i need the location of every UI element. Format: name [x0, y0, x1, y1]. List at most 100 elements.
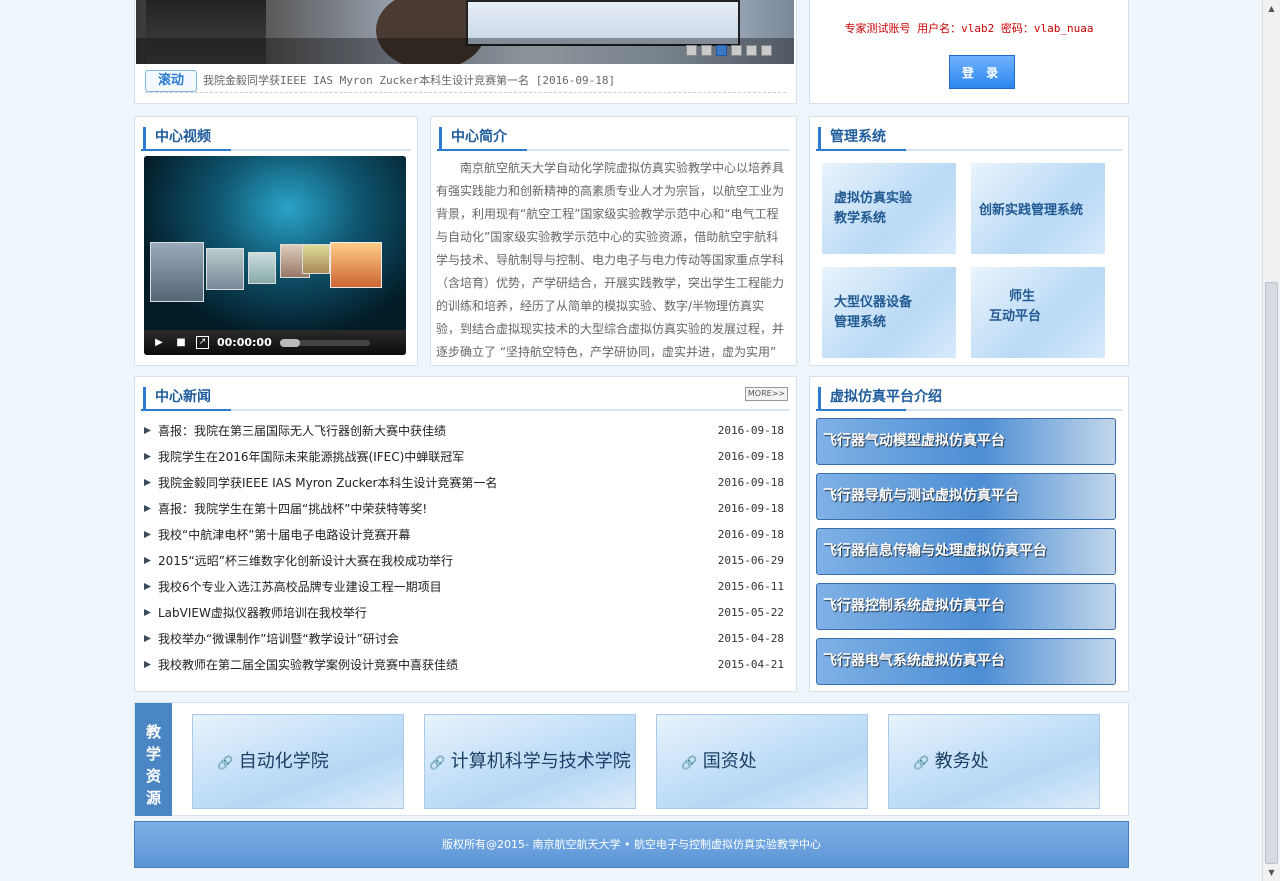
slideshow-dot[interactable] [746, 45, 757, 56]
news-title[interactable]: 喜报：我院学生在第十四届“挑战杯”中荣获特等奖! [158, 499, 427, 519]
page-scrollbar[interactable]: ▲ ▼ [1262, 0, 1280, 881]
resources-label-text: 教学资源 [145, 723, 161, 807]
scrollbar-thumb[interactable] [1265, 282, 1278, 864]
slideshow-dot[interactable] [761, 45, 772, 56]
video-seek-slider[interactable] [279, 338, 370, 347]
video-panel: 中心视频 ▶ ■ ↗ 00:00:00 [134, 116, 418, 366]
mgmt-item-label: 师生 [1009, 289, 1036, 304]
mgmt-item-label: 大型仪器设备 [834, 295, 913, 310]
resource-academic-affairs[interactable]: 🔗 教务处 [888, 714, 1100, 809]
section-divider [816, 409, 1122, 411]
news-title[interactable]: 我校6个专业入选江苏高校品牌专业建设工程一期项目 [158, 577, 442, 597]
slideshow-image[interactable] [136, 0, 794, 64]
bullet-arrow-icon [144, 661, 151, 668]
bullet-arrow-icon [144, 505, 151, 512]
play-icon[interactable]: ▶ [152, 336, 166, 350]
video-thumbnail [302, 244, 330, 274]
news-title[interactable]: 我校举办“微课制作”培训暨“教学设计”研讨会 [158, 629, 399, 649]
resource-label: 自动化学院 [238, 751, 329, 772]
video-section-title: 中心视频 [143, 127, 211, 149]
slideshow-dot[interactable] [731, 45, 742, 56]
video-thumbnail-airplane [330, 242, 382, 288]
resource-label: 国资处 [702, 751, 757, 772]
link-icon: 🔗 [217, 756, 234, 771]
intro-panel: 中心简介 南京航空航天大学自动化学院虚拟仿真实验教学中心以培养具有强实践能力和创… [430, 116, 797, 366]
news-title[interactable]: 我院金毅同学获IEEE IAS Myron Zucker本科生设计竞赛第一名 [158, 473, 497, 493]
slideshow-dot[interactable] [701, 45, 712, 56]
news-item[interactable]: 我院学生在2016年国际未来能源挑战赛(IFEC)中蝉联冠军 2016-09-18 [144, 447, 784, 473]
mgmt-item-label: 管理系统 [834, 315, 887, 330]
video-thumbnail [248, 252, 276, 284]
news-item[interactable]: 我校6个专业入选江苏高校品牌专业建设工程一期项目 2015-06-11 [144, 577, 784, 603]
news-more-button[interactable]: MORE>> [745, 387, 788, 401]
link-icon: 🔗 [913, 756, 930, 771]
footer: 版权所有@2015- 南京航空航天大学 • 航空电子与控制虚拟仿真实验教学中心 [134, 821, 1129, 868]
news-item[interactable]: 2015“远昭”杯三维数字化创新设计大赛在我校成功举行 2015-06-29 [144, 551, 784, 577]
footer-copyright: 版权所有@2015- 南京航空航天大学 • 航空电子与控制虚拟仿真实验教学中心 [442, 838, 821, 851]
scroll-news-link[interactable]: 我院金毅同学获IEEE IAS Myron Zucker本科生设计竞赛第一名 [… [203, 72, 615, 88]
mgmt-large-instrument[interactable]: 大型仪器设备 管理系统 [822, 267, 956, 358]
news-date: 2016-09-18 [717, 476, 784, 489]
news-section-title: 中心新闻 [143, 387, 211, 409]
scroll-down-arrow-icon[interactable]: ▼ [1263, 864, 1280, 881]
platform-navigation[interactable]: 飞行器导航与测试虚拟仿真平台 [816, 473, 1116, 520]
mgmt-item-label: 创新实践管理系统 [979, 203, 1084, 218]
news-title[interactable]: 我校教师在第二届全国实验教学案例设计竞赛中喜获佳绩 [158, 655, 458, 675]
news-item[interactable]: 喜报：我院学生在第十四届“挑战杯”中荣获特等奖! 2016-09-18 [144, 499, 784, 525]
platform-aerodynamics[interactable]: 飞行器气动模型虚拟仿真平台 [816, 418, 1116, 465]
platform-electrical[interactable]: 飞行器电气系统虚拟仿真平台 [816, 638, 1116, 685]
bullet-arrow-icon [144, 479, 151, 486]
scroll-tag: 滚动 [145, 70, 197, 92]
section-divider [141, 149, 411, 151]
news-title[interactable]: 我校“中航津电杯”第十届电子电路设计竞赛开幕 [158, 525, 410, 545]
bullet-arrow-icon [144, 453, 151, 460]
news-title[interactable]: 喜报：我院在第三届国际无人飞行器创新大赛中获佳绩 [158, 421, 446, 441]
news-title[interactable]: 我院学生在2016年国际未来能源挑战赛(IFEC)中蝉联冠军 [158, 447, 464, 467]
news-panel: 中心新闻 MORE>> 喜报：我院在第三届国际无人飞行器创新大赛中获佳绩 2016… [134, 376, 797, 692]
slideshow-dot[interactable] [686, 45, 697, 56]
section-divider [816, 149, 1122, 151]
news-item[interactable]: 我院金毅同学获IEEE IAS Myron Zucker本科生设计竞赛第一名 20… [144, 473, 784, 499]
fullscreen-icon[interactable]: ↗ [196, 336, 209, 349]
video-screen[interactable] [144, 156, 406, 330]
news-item[interactable]: 喜报：我院在第三届国际无人飞行器创新大赛中获佳绩 2016-09-18 [144, 421, 784, 447]
resource-label: 教务处 [934, 751, 989, 772]
news-date: 2016-09-18 [717, 450, 784, 463]
news-item[interactable]: 我校“中航津电杯”第十届电子电路设计竞赛开幕 2016-09-18 [144, 525, 784, 551]
video-player[interactable]: ▶ ■ ↗ 00:00:00 [144, 156, 406, 355]
news-item[interactable]: LabVIEW虚拟仪器教师培训在我校举行 2015-05-22 [144, 603, 784, 629]
section-divider [437, 149, 790, 151]
login-button[interactable]: 登 录 [949, 55, 1015, 89]
test-account-info: 专家测试账号 用户名：vlab2 密码：vlab_nuaa [844, 22, 1094, 35]
news-title[interactable]: LabVIEW虚拟仪器教师培训在我校举行 [158, 603, 367, 623]
slideshow-dot[interactable] [716, 45, 727, 56]
platforms-panel: 虚拟仿真平台介绍 飞行器气动模型虚拟仿真平台 飞行器导航与测试虚拟仿真平台 飞行… [809, 376, 1129, 692]
login-panel: 专家测试账号 用户名：vlab2 密码：vlab_nuaa 登 录 [809, 0, 1129, 104]
news-list: 喜报：我院在第三届国际无人飞行器创新大赛中获佳绩 2016-09-18 我院学生在2… [144, 421, 784, 681]
news-date: 2016-09-18 [717, 528, 784, 541]
mgmt-item-label: 教学系统 [834, 211, 887, 226]
news-date: 2015-04-21 [717, 658, 784, 671]
bullet-arrow-icon [144, 609, 151, 616]
news-date: 2016-09-18 [717, 424, 784, 437]
news-item[interactable]: 我校举办“微课制作”培训暨“教学设计”研讨会 2015-04-28 [144, 629, 784, 655]
mgmt-item-label: 虚拟仿真实验 [834, 191, 913, 206]
resources-panel: 教学资源 🔗 自动化学院 🔗 计算机科学与技术学院 🔗 国资处 🔗 教务处 [134, 702, 1129, 816]
bullet-arrow-icon [144, 427, 151, 434]
resource-cs-college[interactable]: 🔗 计算机科学与技术学院 [424, 714, 636, 809]
stop-icon[interactable]: ■ [174, 336, 188, 350]
news-item[interactable]: 我校教师在第二届全国实验教学案例设计竞赛中喜获佳绩 2015-04-21 [144, 655, 784, 681]
mgmt-innovation-practice[interactable]: 创新实践管理系统 [971, 163, 1105, 254]
intro-section-title: 中心简介 [439, 127, 507, 149]
scroll-up-arrow-icon[interactable]: ▲ [1263, 0, 1280, 17]
resource-automation-college[interactable]: 🔗 自动化学院 [192, 714, 404, 809]
resource-asset-office[interactable]: 🔗 国资处 [656, 714, 868, 809]
platform-control[interactable]: 飞行器控制系统虚拟仿真平台 [816, 583, 1116, 630]
video-controls: ▶ ■ ↗ 00:00:00 [144, 330, 406, 355]
mgmt-teacher-student-interaction[interactable]: 师生 互动平台 [971, 267, 1105, 358]
management-section-title: 管理系统 [818, 127, 886, 149]
news-title[interactable]: 2015“远昭”杯三维数字化创新设计大赛在我校成功举行 [158, 551, 453, 571]
video-thumbnail [206, 248, 244, 290]
mgmt-virtual-sim-teaching[interactable]: 虚拟仿真实验 教学系统 [822, 163, 956, 254]
platform-information[interactable]: 飞行器信息传输与处理虚拟仿真平台 [816, 528, 1116, 575]
